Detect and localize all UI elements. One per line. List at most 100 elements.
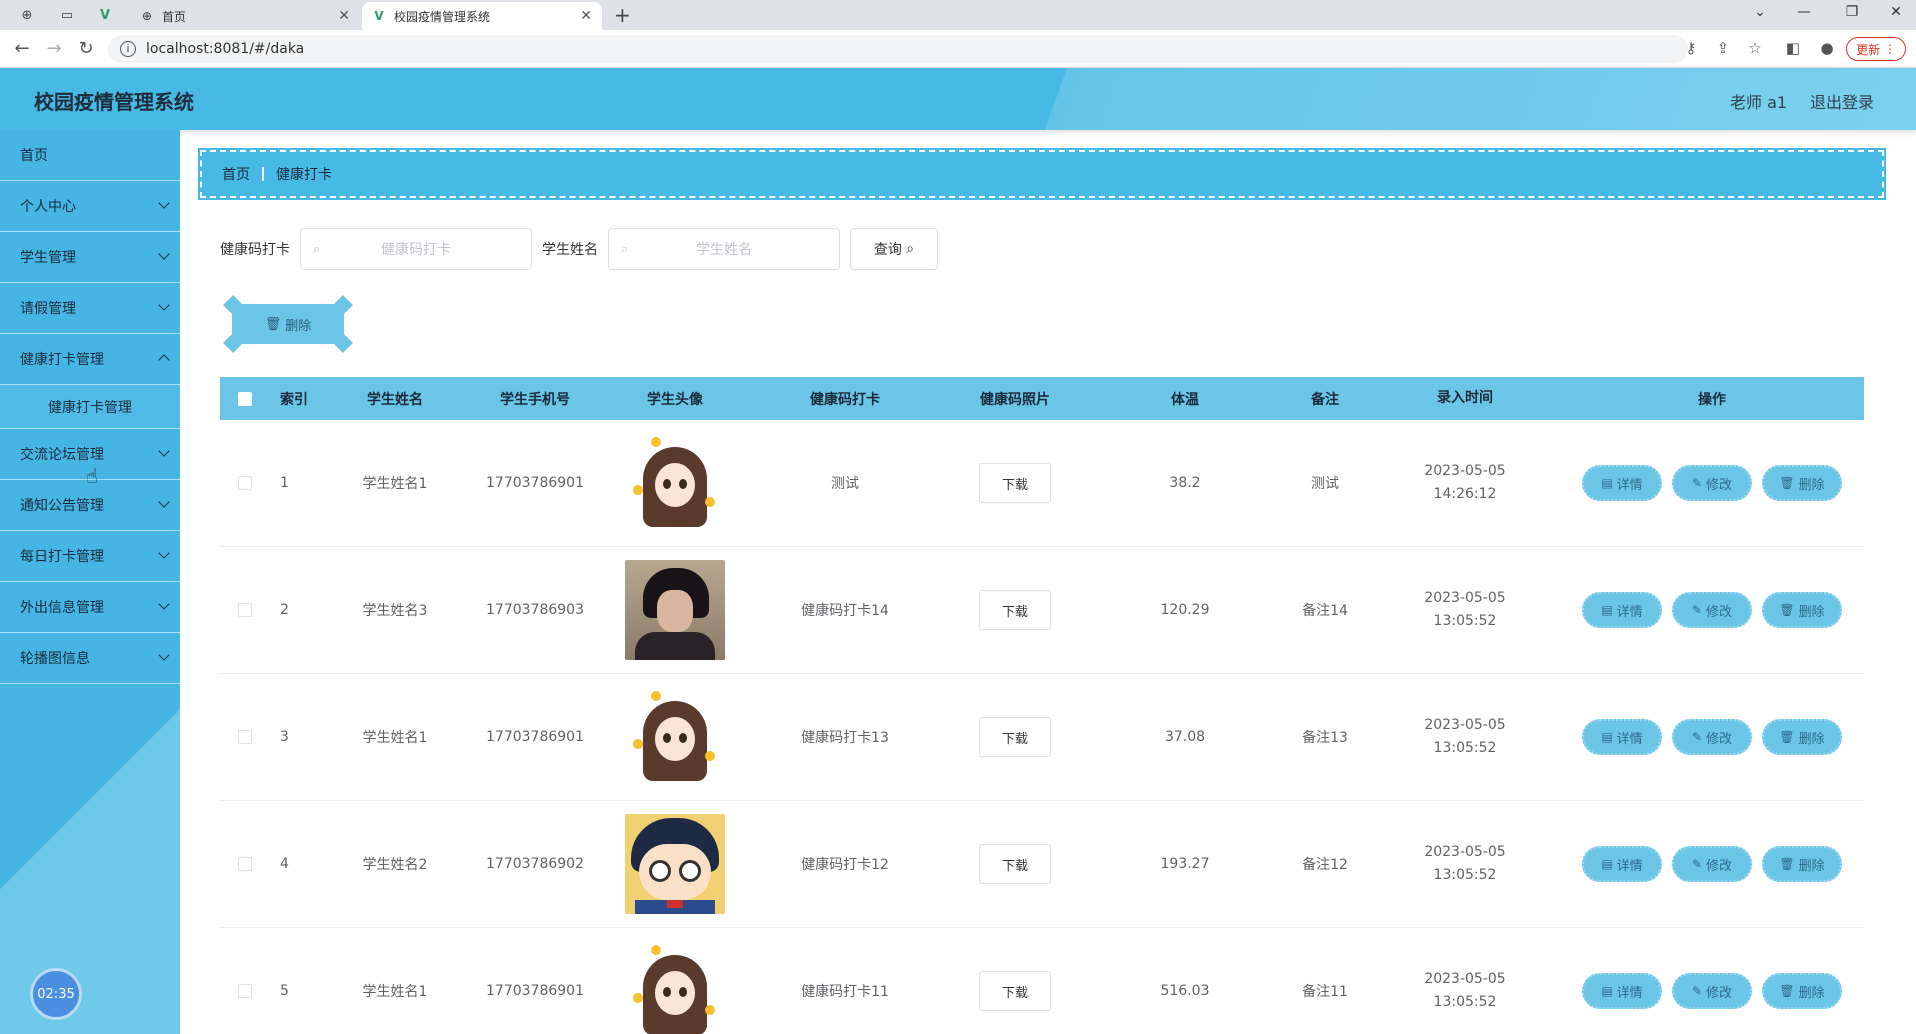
sidebar-item-health-checkin[interactable]: 健康打卡管理	[0, 334, 180, 385]
url-field[interactable]: i localhost:8081/#/daka	[108, 35, 1688, 63]
row-checkbox[interactable]	[238, 857, 252, 871]
user-name: 老师 a1	[1730, 93, 1788, 112]
forward-icon[interactable]: →	[42, 38, 66, 59]
detail-button[interactable]: ▤ 详情	[1582, 465, 1662, 501]
detail-label: 详情	[1616, 477, 1643, 493]
globe-icon[interactable]: ⊕	[12, 4, 42, 26]
sidebar-subitem-health-checkin[interactable]: 健康打卡管理	[0, 385, 180, 429]
star-icon[interactable]: ☆	[1744, 39, 1766, 57]
detail-button[interactable]: ▤ 详情	[1582, 592, 1662, 628]
profile-icon[interactable]: ●	[1816, 39, 1838, 57]
key-icon[interactable]: ⚷	[1680, 39, 1702, 57]
chevron-down-icon[interactable]: ⌄	[1740, 4, 1780, 20]
cell-temperature: 516.03	[1160, 983, 1210, 999]
window-close-icon[interactable]: ✕	[1876, 4, 1916, 20]
url-text: localhost:8081/#/daka	[146, 41, 305, 57]
download-button[interactable]: 下载	[979, 971, 1051, 1011]
sidebar-item-daily-checkin[interactable]: 每日打卡管理	[0, 531, 180, 582]
row-checkbox[interactable]	[238, 603, 252, 617]
sidebar-item-students[interactable]: 学生管理	[0, 232, 180, 283]
download-label: 下载	[1001, 604, 1028, 620]
sidebar-item-home[interactable]: 首页	[0, 130, 180, 181]
trash-icon: 🗑	[1779, 476, 1795, 490]
edit-button[interactable]: ✎ 修改	[1672, 846, 1752, 882]
tab-system[interactable]: V 校园疫情管理系统 ✕	[362, 2, 602, 30]
detail-button[interactable]: ▤ 详情	[1582, 846, 1662, 882]
update-button[interactable]: 更新 ⋮	[1846, 37, 1906, 61]
delete-button[interactable]: 🗑 删除	[1762, 719, 1842, 755]
vue-icon[interactable]: V	[90, 4, 120, 26]
download-button[interactable]: 下载	[979, 590, 1051, 630]
logout-link[interactable]: 退出登录	[1810, 89, 1874, 113]
download-button[interactable]: 下载	[979, 844, 1051, 884]
page-icon[interactable]: ▭	[52, 4, 82, 26]
select-all-checkbox[interactable]	[238, 391, 252, 406]
detail-button[interactable]: ▤ 详情	[1582, 719, 1662, 755]
query-label: 查询	[873, 242, 902, 258]
clock-widget: 02:35	[30, 968, 82, 1020]
download-button[interactable]: 下载	[979, 463, 1051, 503]
student-avatar	[625, 941, 725, 1034]
sidebar-item-carousel[interactable]: 轮播图信息	[0, 633, 180, 684]
sidebar-item-label: 首页	[20, 148, 48, 164]
chevron-down-icon	[158, 445, 170, 457]
new-tab-icon[interactable]: +	[614, 3, 631, 27]
reload-icon[interactable]: ↻	[74, 38, 98, 59]
info-icon[interactable]: i	[120, 41, 136, 57]
decor-corner	[223, 333, 243, 353]
sidebar-item-label: 健康打卡管理	[20, 352, 104, 368]
breadcrumb: 首页 健康打卡	[198, 148, 1886, 200]
delete-button[interactable]: 🗑 删除	[1762, 592, 1842, 628]
close-icon[interactable]: ✕	[580, 8, 592, 24]
student-avatar	[625, 687, 725, 787]
trash-icon: 🗑	[1779, 984, 1795, 998]
cell-phone: 17703786901	[486, 729, 584, 745]
download-button[interactable]: 下载	[979, 717, 1051, 757]
row-checkbox[interactable]	[238, 984, 252, 998]
row-checkbox[interactable]	[238, 476, 252, 490]
minimize-icon[interactable]: —	[1784, 4, 1824, 20]
pencil-icon: ✎	[1691, 730, 1703, 744]
column-header: 健康码打卡	[810, 391, 880, 408]
query-button[interactable]: 查询 ⌕	[850, 228, 938, 270]
sidebar-item-label: 健康打卡管理	[48, 399, 132, 416]
sidebar-item-label: 每日打卡管理	[20, 549, 104, 565]
share-icon[interactable]: ⇪	[1712, 39, 1734, 57]
column-header: 备注	[1311, 391, 1339, 408]
row-checkbox[interactable]	[238, 730, 252, 744]
cell-time: 2023-05-05 14:26:12	[1424, 463, 1506, 502]
column-header: 操作	[1698, 391, 1726, 408]
search-input-name[interactable]: ⌕ 学生姓名	[608, 228, 840, 270]
edit-button[interactable]: ✎ 修改	[1672, 973, 1752, 1009]
student-avatar	[625, 433, 725, 533]
sidebar-item-leave[interactable]: 请假管理	[0, 283, 180, 334]
chevron-down-icon	[158, 649, 170, 661]
globe-icon: ⊕	[141, 9, 153, 23]
search-input-code[interactable]: ⌕ 健康码打卡	[300, 228, 532, 270]
edit-button[interactable]: ✎ 修改	[1672, 719, 1752, 755]
search-placeholder: 健康码打卡	[381, 242, 451, 258]
close-icon[interactable]: ✕	[338, 8, 350, 24]
search-label-name: 学生姓名	[542, 242, 598, 258]
sidepanel-icon[interactable]: ◧	[1782, 39, 1804, 57]
delete-button[interactable]: 🗑 删除	[1762, 465, 1842, 501]
detail-button[interactable]: ▤ 详情	[1582, 973, 1662, 1009]
trash-icon: 🗑	[1779, 730, 1795, 744]
sidebar-item-outing[interactable]: 外出信息管理	[0, 582, 180, 633]
tab-home[interactable]: ⊕ 首页 ✕	[130, 2, 360, 30]
restore-icon[interactable]: ❐	[1832, 4, 1872, 20]
delete-label: 删除	[1798, 604, 1825, 620]
breadcrumb-home[interactable]: 首页	[222, 164, 250, 184]
delete-button[interactable]: 🗑 删除	[1762, 973, 1842, 1009]
document-icon: ▤	[1601, 730, 1613, 744]
back-icon[interactable]: ←	[10, 38, 34, 59]
cell-phone: 17703786903	[486, 602, 584, 618]
batch-delete-button[interactable]: 🗑 删除	[223, 295, 353, 353]
edit-button[interactable]: ✎ 修改	[1672, 465, 1752, 501]
delete-button[interactable]: 🗑 删除	[1762, 846, 1842, 882]
edit-button[interactable]: ✎ 修改	[1672, 592, 1752, 628]
student-avatar	[625, 814, 725, 914]
sidebar-item-profile[interactable]: 个人中心	[0, 181, 180, 232]
column-header: 学生手机号	[500, 391, 570, 408]
address-bar: ← → ↻ i localhost:8081/#/daka ⚷ ⇪ ☆ ◧ ● …	[0, 30, 1916, 68]
